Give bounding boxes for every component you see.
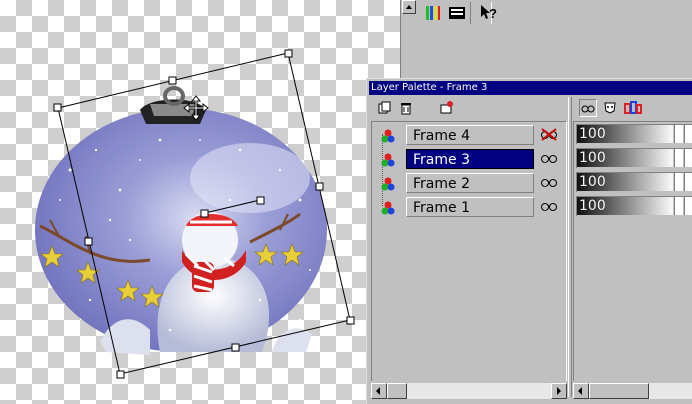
deform-handle [53,103,62,112]
deform-handle [315,182,324,191]
image-canvas[interactable] [0,0,400,404]
layer-name-button[interactable]: Frame 4 [406,125,534,145]
help-context-icon[interactable]: ? [478,2,500,24]
scroll-left-button[interactable] [573,383,589,399]
palette-splitter[interactable] [568,97,572,397]
glasses-icon[interactable] [538,151,560,167]
layer-name-button[interactable]: Frame 1 [406,197,534,217]
layer-palette-toolbar [369,97,692,119]
layer-row-frame-1[interactable]: Frame 1 [372,196,568,218]
layer-list[interactable]: Frame 4 Frame 3 Frame 2 Frame 1 [371,121,567,381]
layer-properties-icon[interactable] [437,99,455,117]
histogram-icon[interactable] [446,2,468,24]
opacity-slider[interactable]: 100 [576,148,692,168]
layer-palette-window[interactable]: Layer Palette - Frame 3 Frame 4 Frame 3 … [366,78,692,404]
rgb-layer-icon [381,129,395,143]
trash-icon[interactable] [397,99,415,117]
opacity-value: 100 [579,174,606,190]
rotation-handle [256,196,265,205]
rgb-layer-icon [381,201,395,215]
rgb-layer-icon [381,177,395,191]
deform-handle [84,237,93,246]
layer-properties-list[interactable]: 100 100 100 100 [573,121,692,381]
scroll-thumb[interactable] [387,383,407,399]
layer-row-frame-2[interactable]: Frame 2 [372,172,568,194]
deform-handle [231,343,240,352]
glasses-icon[interactable] [538,175,560,191]
opacity-value: 100 [579,126,606,142]
deform-handle [284,49,293,58]
mask-tab-icon[interactable] [601,99,619,117]
rgb-layer-icon [381,153,395,167]
rotation-center-handle [200,209,209,218]
opacity-value: 100 [579,198,606,214]
opacity-slider[interactable]: 100 [576,196,692,216]
color-palette-icon[interactable] [422,2,444,24]
deform-handle [346,316,355,325]
deform-handle [116,370,125,379]
scroll-right-button[interactable] [551,383,567,399]
blend-mode-tab-icon[interactable] [623,99,642,117]
opacity-slider[interactable]: 100 [576,124,692,144]
new-layer-icon[interactable] [375,99,393,117]
main-toolbar: ? [416,0,692,26]
opacity-value: 100 [579,150,606,166]
glasses-icon[interactable] [538,199,560,215]
layer-visibility-tab-icon[interactable] [579,99,597,117]
opacity-slider[interactable]: 100 [576,172,692,192]
layer-palette-titlebar[interactable]: Layer Palette - Frame 3 [369,81,692,95]
scroll-up-button[interactable] [402,0,416,14]
layer-row-frame-4[interactable]: Frame 4 [372,124,568,146]
scroll-left-button[interactable] [371,383,387,399]
layer-name-button-selected[interactable]: Frame 3 [406,149,534,169]
deform-handle [168,76,177,85]
scroll-thumb[interactable] [589,383,649,399]
glasses-crossed-icon[interactable] [538,127,560,143]
properties-horizontal-scrollbar[interactable] [573,383,692,399]
layer-list-horizontal-scrollbar[interactable] [371,383,567,399]
ornament-image [35,49,355,379]
layer-row-frame-3[interactable]: Frame 3 [372,148,568,170]
layer-name-button[interactable]: Frame 2 [406,173,534,193]
svg-text:?: ? [489,6,497,21]
